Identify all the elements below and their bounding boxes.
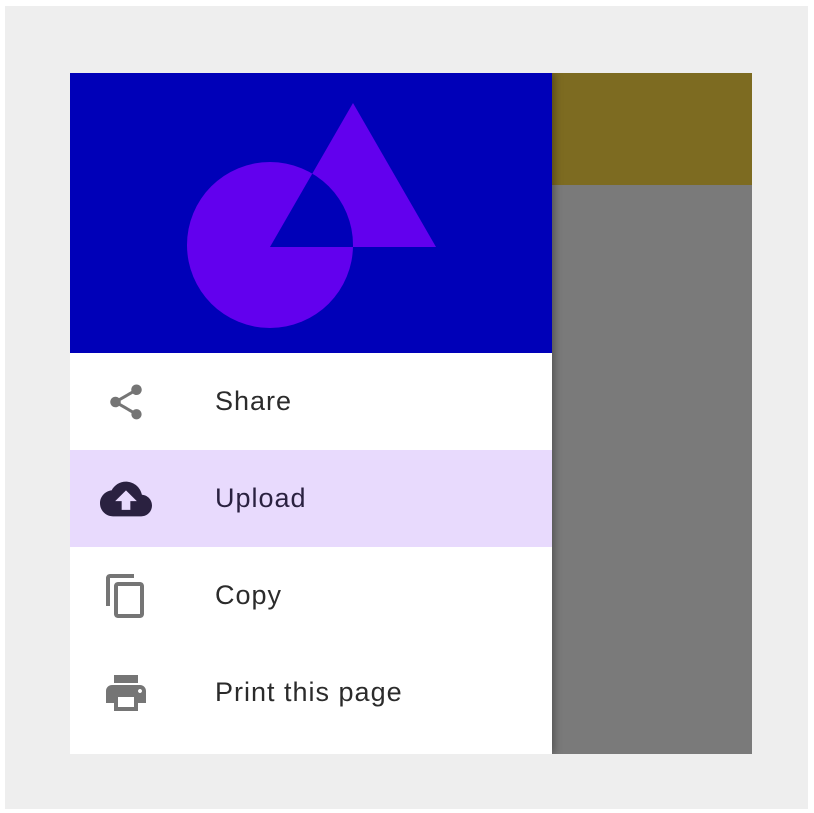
header-shapes-illustration xyxy=(187,103,436,328)
nav-item-label: Share xyxy=(215,386,293,416)
copy-icon xyxy=(100,570,152,622)
navigation-drawer: Share Upload Copy Print this page xyxy=(70,73,552,754)
drawer-nav-list: Share Upload Copy Print this page xyxy=(70,353,552,741)
nav-item-print[interactable]: Print this page xyxy=(70,644,552,741)
cloud-upload-icon xyxy=(100,473,152,525)
nav-item-upload[interactable]: Upload xyxy=(70,450,552,547)
frame-background: Share Upload Copy Print this page xyxy=(5,6,808,809)
nav-item-label: Upload xyxy=(215,483,307,513)
app-screen: Share Upload Copy Print this page xyxy=(70,73,752,754)
nav-item-label: Copy xyxy=(215,580,283,610)
scrim-overlay[interactable] xyxy=(552,185,752,754)
nav-item-copy[interactable]: Copy xyxy=(70,547,552,644)
share-icon xyxy=(100,376,152,428)
nav-item-label: Print this page xyxy=(215,677,403,707)
app-top-bar xyxy=(552,73,752,185)
print-icon xyxy=(100,667,152,719)
drawer-header xyxy=(70,73,552,353)
nav-item-share[interactable]: Share xyxy=(70,353,552,450)
